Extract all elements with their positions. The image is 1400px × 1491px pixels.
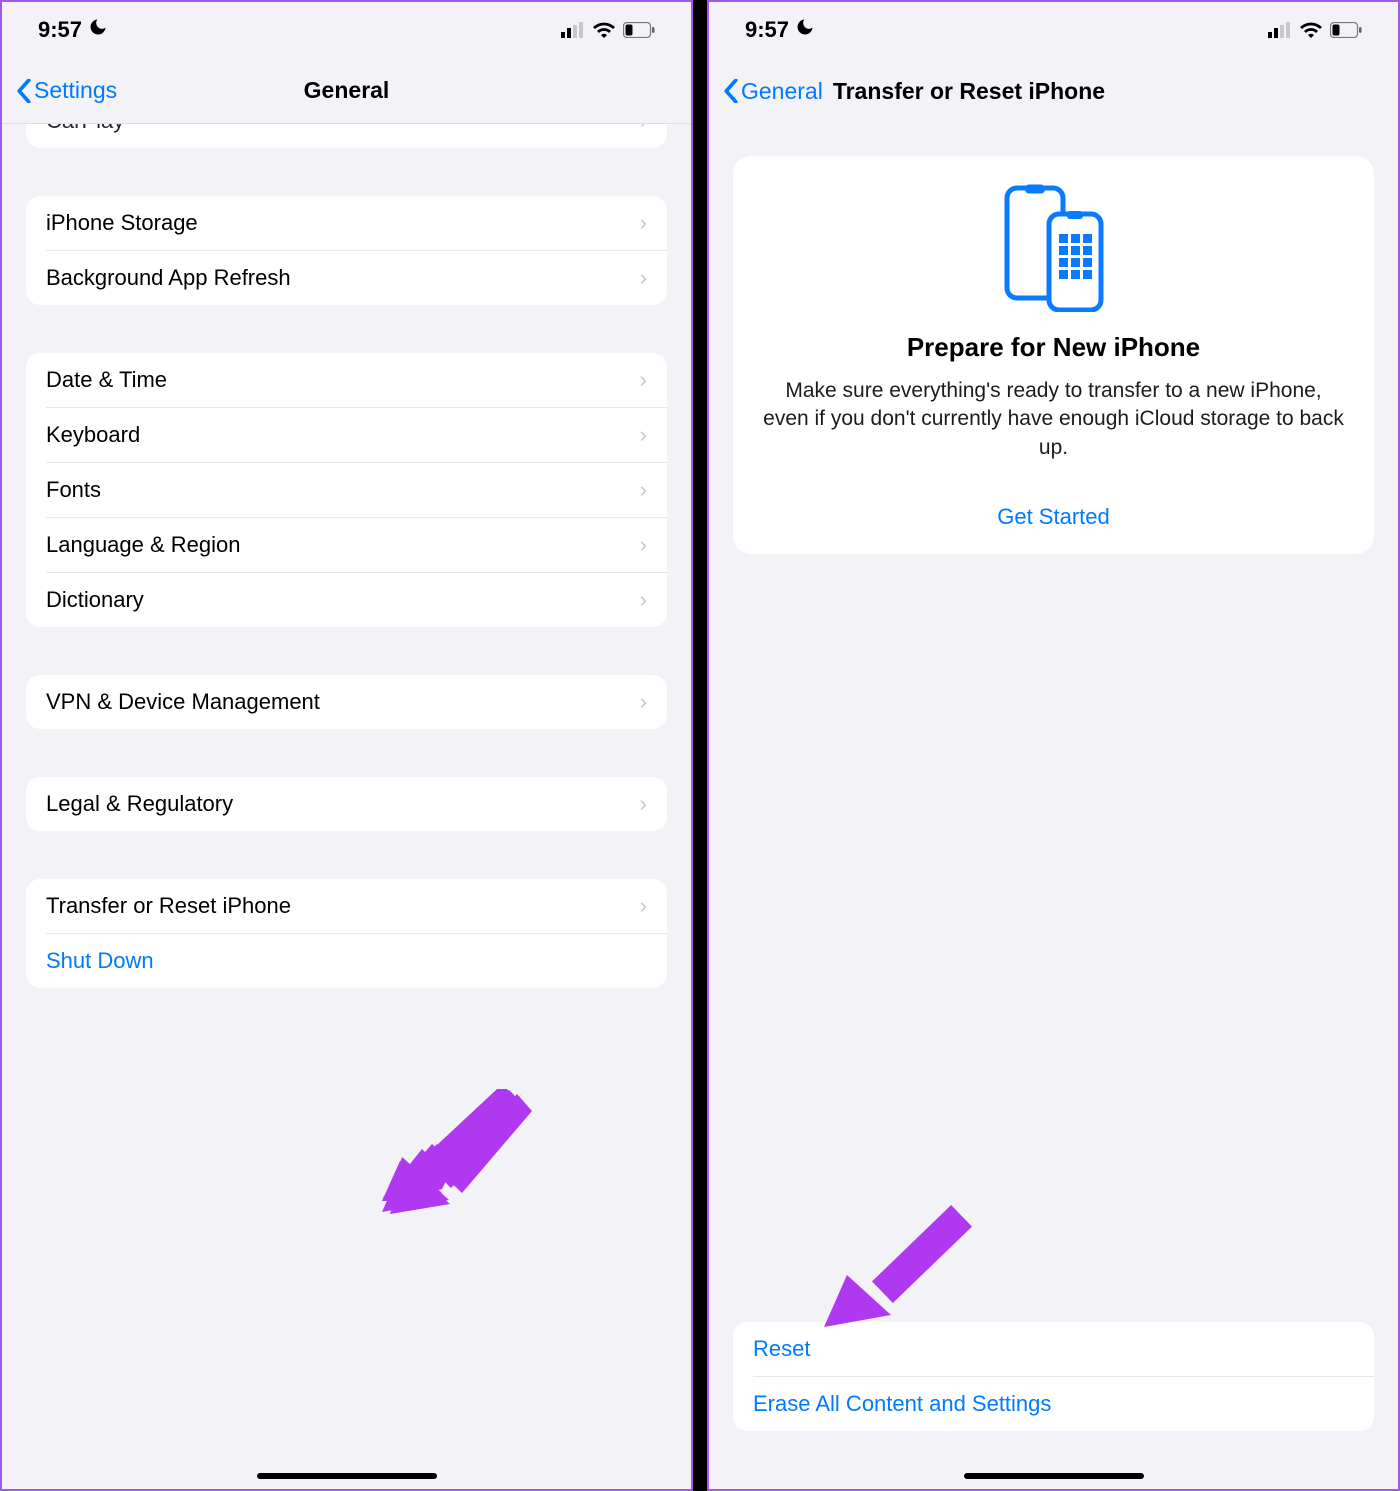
status-bar: 9:57: [2, 2, 691, 58]
annotation-arrow-icon: [377, 1084, 537, 1224]
row-label: Erase All Content and Settings: [753, 1391, 1051, 1417]
row-label: Shut Down: [46, 948, 154, 974]
status-time: 9:57: [38, 17, 82, 43]
settings-row-keyboard[interactable]: Keyboard ›: [26, 408, 667, 462]
chevron-right-icon: ›: [640, 587, 647, 613]
row-label: Background App Refresh: [46, 265, 291, 291]
row-label: Reset: [753, 1336, 810, 1362]
chevron-right-icon: ›: [640, 422, 647, 448]
wifi-icon: [593, 22, 615, 38]
back-button[interactable]: General: [717, 76, 829, 107]
chevron-right-icon: ›: [640, 893, 647, 919]
settings-row-shut-down[interactable]: Shut Down: [26, 934, 667, 988]
home-indicator: [964, 1473, 1144, 1479]
settings-row-iphone-storage[interactable]: iPhone Storage ›: [26, 196, 667, 250]
page-title: General: [304, 77, 390, 104]
chevron-right-icon: ›: [640, 210, 647, 236]
annotation-arrow-icon: [819, 1199, 979, 1339]
list-group: Transfer or Reset iPhone › Shut Down: [26, 879, 667, 988]
row-label: VPN & Device Management: [46, 689, 320, 715]
row-label: Legal & Regulatory: [46, 791, 233, 817]
battery-icon: [623, 22, 655, 38]
card-title: Prepare for New iPhone: [761, 332, 1346, 363]
cellular-icon: [561, 22, 585, 38]
status-icons: [561, 22, 655, 38]
settings-row-fonts[interactable]: Fonts ›: [26, 463, 667, 517]
settings-list: CarPlay › iPhone Storage › Background Ap…: [2, 124, 691, 1489]
settings-row-vpn-device-management[interactable]: VPN & Device Management ›: [26, 675, 667, 729]
back-label: Settings: [34, 77, 117, 104]
settings-row-dictionary[interactable]: Dictionary ›: [26, 573, 667, 627]
row-label: Date & Time: [46, 367, 167, 393]
chevron-right-icon: ›: [640, 532, 647, 558]
nav-bar: General Transfer or Reset iPhone: [709, 58, 1398, 124]
annotation-arrow-icon: [382, 1089, 532, 1219]
row-label: iPhone Storage: [46, 210, 198, 236]
status-icons: [1268, 22, 1362, 38]
phone-right: 9:57 General Transfer or Reset iPhone: [707, 0, 1400, 1491]
row-label: Dictionary: [46, 587, 144, 613]
settings-row-language-region[interactable]: Language & Region ›: [26, 518, 667, 572]
settings-row-legal-regulatory[interactable]: Legal & Regulatory ›: [26, 777, 667, 831]
list-group: iPhone Storage › Background App Refresh …: [26, 196, 667, 305]
status-time: 9:57: [745, 17, 789, 43]
row-label: Fonts: [46, 477, 101, 503]
list-group: Legal & Regulatory ›: [26, 777, 667, 831]
annotation-arrow-icon: [382, 1089, 522, 1209]
row-label: Keyboard: [46, 422, 140, 448]
cellular-icon: [1268, 22, 1292, 38]
status-bar: 9:57: [709, 2, 1398, 58]
dnd-moon-icon: [88, 17, 108, 43]
chevron-right-icon: ›: [640, 689, 647, 715]
list-group: VPN & Device Management ›: [26, 675, 667, 729]
list-group: CarPlay ›: [26, 124, 667, 148]
chevron-right-icon: ›: [640, 265, 647, 291]
prepare-card: Prepare for New iPhone Make sure everyth…: [733, 156, 1374, 554]
back-label: General: [741, 78, 823, 105]
reset-list-group: Reset Erase All Content and Settings: [733, 1322, 1374, 1431]
reset-button[interactable]: Reset: [733, 1322, 1374, 1376]
transfer-devices-icon: [761, 184, 1346, 312]
settings-row-date-time[interactable]: Date & Time ›: [26, 353, 667, 407]
list-group: Date & Time › Keyboard › Fonts › Languag…: [26, 353, 667, 627]
phone-left: 9:57 Settings General CarPlay › iP: [0, 0, 693, 1491]
chevron-right-icon: ›: [640, 791, 647, 817]
chevron-right-icon: ›: [640, 124, 647, 134]
wifi-icon: [1300, 22, 1322, 38]
page-title: Transfer or Reset iPhone: [833, 78, 1105, 105]
row-label: CarPlay: [46, 124, 124, 134]
chevron-left-icon: [723, 79, 739, 103]
settings-row-background-app-refresh[interactable]: Background App Refresh ›: [26, 251, 667, 305]
settings-row-carplay[interactable]: CarPlay ›: [26, 124, 667, 148]
chevron-right-icon: ›: [640, 367, 647, 393]
row-label: Transfer or Reset iPhone: [46, 893, 291, 919]
battery-icon: [1330, 22, 1362, 38]
row-label: Language & Region: [46, 532, 241, 558]
settings-row-transfer-reset-iphone[interactable]: Transfer or Reset iPhone ›: [26, 879, 667, 933]
nav-bar: Settings General: [2, 58, 691, 124]
card-description: Make sure everything's ready to transfer…: [761, 377, 1346, 462]
get-started-button[interactable]: Get Started: [997, 504, 1110, 530]
erase-all-button[interactable]: Erase All Content and Settings: [733, 1377, 1374, 1431]
chevron-left-icon: [16, 79, 32, 103]
dnd-moon-icon: [795, 17, 815, 43]
back-button[interactable]: Settings: [10, 75, 123, 106]
home-indicator: [257, 1473, 437, 1479]
chevron-right-icon: ›: [640, 477, 647, 503]
